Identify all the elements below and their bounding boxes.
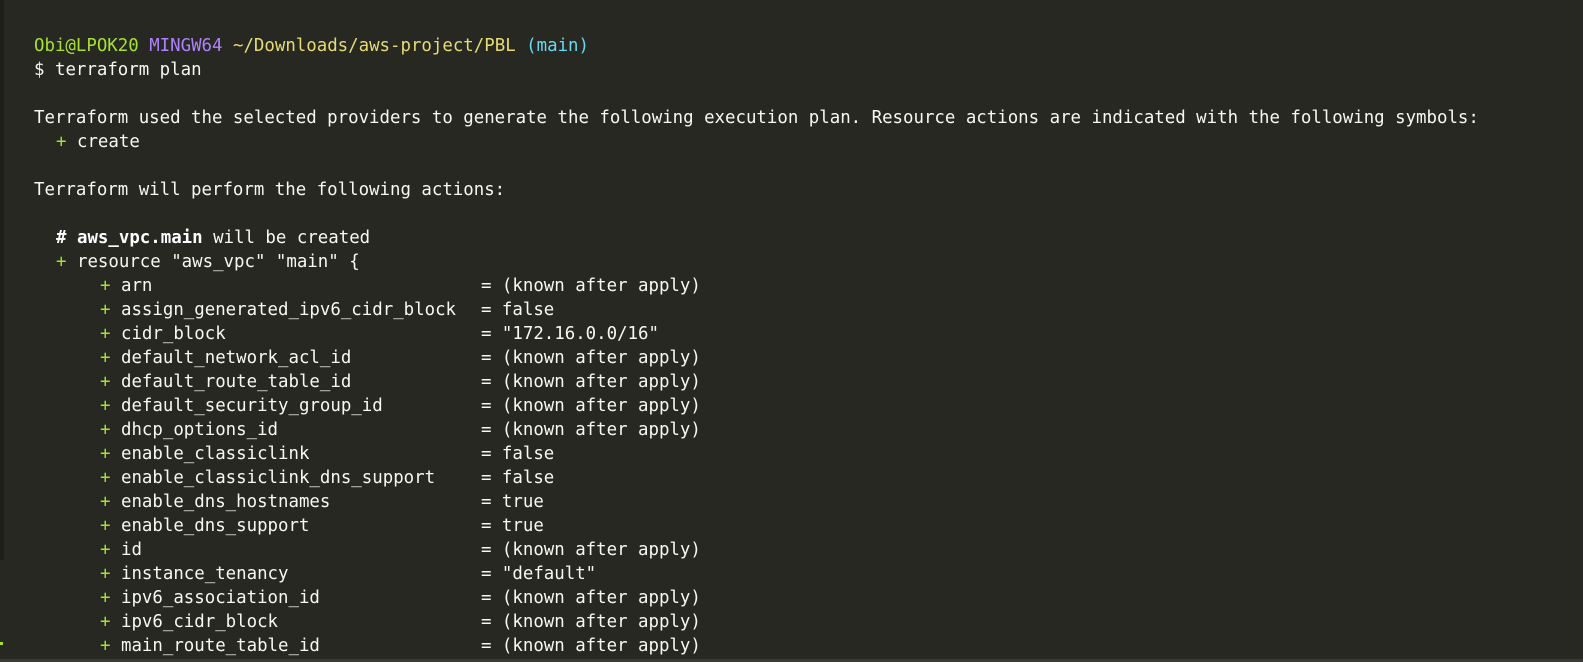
attribute-value: = (known after apply) <box>480 420 701 440</box>
attribute-sign: + <box>100 564 111 584</box>
prompt-user-host: Obi@LPOK20 <box>34 36 139 56</box>
prompt-path: ~/Downloads/aws-project/PBL <box>232 36 516 56</box>
attribute-sign: + <box>100 516 111 536</box>
attribute-name: assign_generated_ipv6_cidr_block <box>120 300 457 320</box>
terminal-output: Obi@LPOK20 MINGW64 ~/Downloads/aws-proje… <box>34 34 1479 658</box>
actions-intro-line: Terraform will perform the following act… <box>34 180 506 200</box>
attribute-name: enable_classiclink_dns_support <box>120 468 436 488</box>
attribute-value: = (known after apply) <box>480 372 701 392</box>
plan-intro-line: Terraform used the selected providers to… <box>34 108 1479 128</box>
attribute-value: = "172.16.0.0/16" <box>480 324 659 344</box>
attribute-sign: + <box>100 324 111 344</box>
attribute-row: + default_route_table_id = (known after a… <box>34 370 1479 394</box>
prompt-symbol: $ <box>34 60 45 80</box>
terminal-left-border <box>0 0 4 560</box>
attribute-name: main_route_table_id <box>120 636 320 656</box>
attribute-name: enable_classiclink <box>120 444 310 464</box>
attribute-name: enable_dns_hostnames <box>120 492 331 512</box>
attribute-value: = false <box>480 468 555 488</box>
attribute-name: default_security_group_id <box>120 396 383 416</box>
attribute-sign: + <box>100 420 111 440</box>
attribute-name: cidr_block <box>120 324 226 344</box>
attribute-name: instance_tenancy <box>120 564 289 584</box>
attribute-row: + enable_dns_hostnames = true <box>34 490 1479 514</box>
attribute-value: = false <box>480 300 555 320</box>
attribute-value: = false <box>480 444 555 464</box>
attribute-row: + enable_classiclink = false <box>34 442 1479 466</box>
attribute-sign: + <box>100 612 111 632</box>
attribute-value: = (known after apply) <box>480 588 701 608</box>
attribute-sign: + <box>100 348 111 368</box>
attribute-value: = "default" <box>480 564 597 584</box>
attribute-value: = (known after apply) <box>480 276 701 296</box>
attribute-list: + arn = (known after apply) + assign_gene… <box>34 274 1479 658</box>
attribute-sign: + <box>100 300 111 320</box>
attribute-name: id <box>120 540 142 560</box>
comment-hash: # <box>56 228 67 248</box>
cursor-marker <box>0 642 3 645</box>
prompt-shell: MINGW64 <box>149 36 223 56</box>
attribute-sign: + <box>100 468 111 488</box>
resource-declaration: resource "aws_vpc" "main" { <box>76 252 360 272</box>
command-text: terraform plan <box>54 60 202 80</box>
resource-comment-line: # aws_vpc.main will be created <box>34 226 1479 250</box>
attribute-row: + main_route_table_id = (known after appl… <box>34 634 1479 658</box>
attribute-row: + cidr_block = "172.16.0.0/16" <box>34 322 1479 346</box>
attribute-sign: + <box>100 276 111 296</box>
attribute-row: + ipv6_association_id = (known after appl… <box>34 586 1479 610</box>
attribute-value: = (known after apply) <box>480 540 701 560</box>
terminal-window[interactable]: Obi@LPOK20 MINGW64 ~/Downloads/aws-proje… <box>0 0 1583 662</box>
attribute-row: + instance_tenancy = "default" <box>34 562 1479 586</box>
attribute-sign: + <box>100 588 111 608</box>
attribute-sign: + <box>100 492 111 512</box>
create-legend-line: + create <box>34 130 1479 154</box>
attribute-value: = (known after apply) <box>480 612 701 632</box>
attribute-name: dhcp_options_id <box>120 420 279 440</box>
attribute-name: default_network_acl_id <box>120 348 352 368</box>
attribute-value: = true <box>480 516 544 536</box>
attribute-row: + ipv6_cidr_block = (known after apply) <box>34 610 1479 634</box>
attribute-sign: + <box>100 540 111 560</box>
attribute-name: enable_dns_support <box>120 516 310 536</box>
create-symbol: + <box>56 132 67 152</box>
attribute-name: default_route_table_id <box>120 372 352 392</box>
create-label: create <box>76 132 140 152</box>
attribute-value: = (known after apply) <box>480 396 701 416</box>
command-line: $ terraform plan <box>34 58 1479 82</box>
prompt-line: Obi@LPOK20 MINGW64 ~/Downloads/aws-proje… <box>34 34 1479 58</box>
attribute-sign: + <box>100 396 111 416</box>
attribute-row: + default_security_group_id = (known afte… <box>34 394 1479 418</box>
attribute-row: + enable_dns_support = true <box>34 514 1479 538</box>
resource-declaration-line: + resource "aws_vpc" "main" { <box>34 250 1479 274</box>
attribute-sign: + <box>100 372 111 392</box>
resource-plus: + <box>56 252 67 272</box>
attribute-value: = true <box>480 492 544 512</box>
attribute-row: + default_network_acl_id = (known after a… <box>34 346 1479 370</box>
attribute-row: + enable_classiclink_dns_support = false <box>34 466 1479 490</box>
attribute-row: + dhcp_options_id = (known after apply) <box>34 418 1479 442</box>
attribute-name: ipv6_cidr_block <box>120 612 279 632</box>
attribute-row: + assign_generated_ipv6_cidr_block = fals… <box>34 298 1479 322</box>
attribute-value: = (known after apply) <box>480 348 701 368</box>
attribute-name: arn <box>120 276 153 296</box>
attribute-name: ipv6_association_id <box>120 588 320 608</box>
attribute-value: = (known after apply) <box>480 636 701 656</box>
prompt-branch: (main) <box>526 36 589 56</box>
resource-comment-text: will be created <box>202 228 371 248</box>
attribute-row: + id = (known after apply) <box>34 538 1479 562</box>
attribute-sign: + <box>100 636 111 656</box>
attribute-row: + arn = (known after apply) <box>34 274 1479 298</box>
attribute-sign: + <box>100 444 111 464</box>
resource-address: aws_vpc.main <box>76 228 203 248</box>
